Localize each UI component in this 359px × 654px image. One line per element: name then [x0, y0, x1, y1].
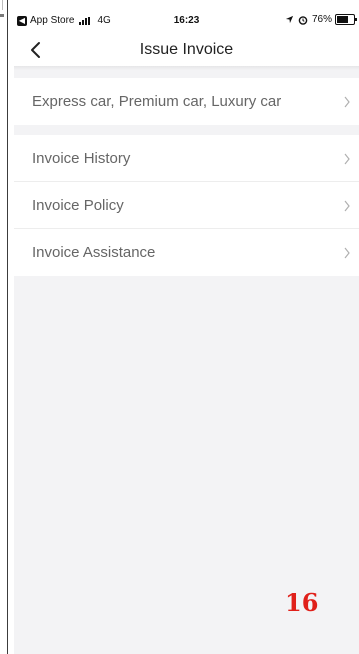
invoice-options-group: Invoice History Invoice Policy Invoice A… [14, 135, 359, 276]
phone-screen: ◀ App Store 4G 16:23 76% Issue Invoice E… [14, 0, 359, 654]
page-number-overlay: 16 [285, 588, 319, 617]
status-right: 76% [285, 14, 357, 25]
car-type-group: Express car, Premium car, Luxury car [14, 78, 359, 125]
menu-item-car-types[interactable]: Express car, Premium car, Luxury car [14, 78, 359, 125]
menu-item-label: Invoice Policy [32, 197, 124, 214]
chevron-right-icon [344, 247, 350, 259]
status-bar: ◀ App Store 4G 16:23 76% [14, 0, 359, 34]
battery-percent: 76% [311, 14, 332, 25]
chevron-right-icon [344, 96, 350, 108]
menu-item-label: Invoice History [32, 150, 131, 167]
screenshot-frame: ◀ App Store 4G 16:23 76% Issue Invoice E… [0, 0, 359, 654]
chevron-right-icon [344, 153, 350, 165]
nav-shadow [14, 66, 359, 70]
battery-icon [335, 14, 357, 25]
nav-bar: Issue Invoice [14, 34, 359, 66]
location-arrow-icon [285, 15, 294, 24]
menu-item-label: Express car, Premium car, Luxury car [32, 93, 282, 110]
alarm-icon [298, 15, 308, 25]
chevron-right-icon [344, 200, 350, 212]
edge-divider [7, 0, 8, 654]
menu-item-invoice-assistance[interactable]: Invoice Assistance [14, 229, 359, 276]
menu-item-label: Invoice Assistance [32, 244, 156, 261]
page-title: Issue Invoice [139, 41, 234, 58]
menu-item-invoice-history[interactable]: Invoice History [14, 135, 359, 182]
menu-item-invoice-policy[interactable]: Invoice Policy [14, 182, 359, 229]
